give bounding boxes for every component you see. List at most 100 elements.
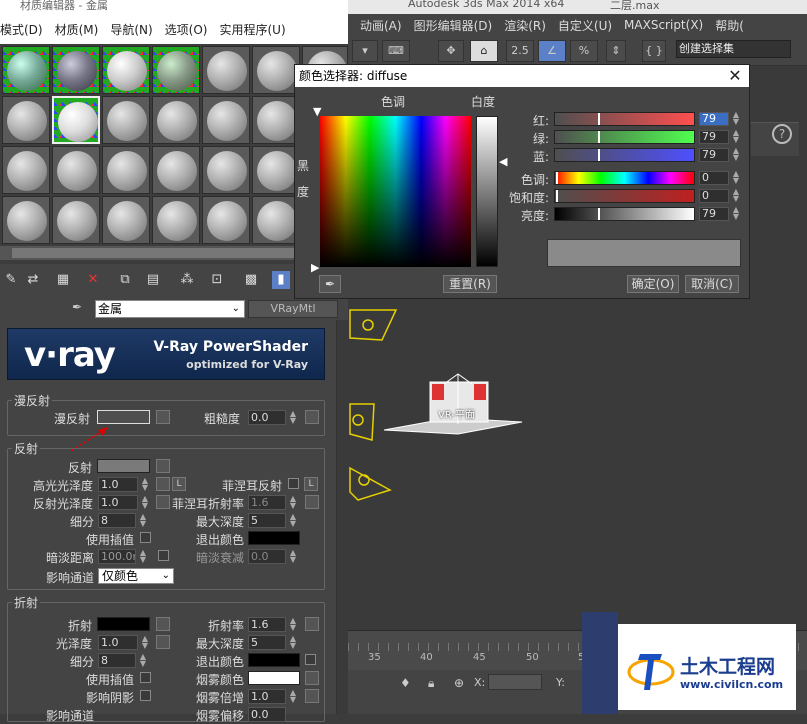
sample-slot[interactable]: [52, 196, 100, 244]
fresnel-lock-button[interactable]: L: [304, 477, 318, 491]
menu-help[interactable]: 帮助(: [715, 17, 744, 34]
saturation-slider[interactable]: [554, 189, 695, 203]
sample-slot[interactable]: [2, 46, 50, 94]
menu-modes[interactable]: 模式(D): [0, 21, 43, 38]
menu-rendering[interactable]: 渲染(R): [504, 17, 546, 34]
show-in-viewport-icon[interactable]: ⊡: [208, 271, 226, 289]
ior-field[interactable]: 1.6: [248, 617, 286, 632]
hue-slider[interactable]: [554, 171, 695, 185]
sample-slot[interactable]: [2, 196, 50, 244]
hue-value-field[interactable]: 0: [699, 171, 729, 185]
hue-blackness-gradient[interactable]: [320, 116, 471, 267]
use-interp-checkbox[interactable]: [140, 532, 151, 543]
sample-slot[interactable]: [202, 196, 250, 244]
refr-max-depth-spinner[interactable]: ▲ ▼: [288, 635, 298, 650]
sample-slot[interactable]: [102, 46, 150, 94]
snap-toggle-icon[interactable]: 2.5: [506, 40, 534, 62]
exit-color-swatch[interactable]: [248, 531, 300, 545]
fresnel-checkbox[interactable]: [288, 478, 299, 489]
hue-slider-thumb[interactable]: [556, 172, 558, 184]
reflect-color-swatch[interactable]: [97, 459, 150, 473]
subdivs-field[interactable]: 8: [98, 513, 136, 528]
sample-slot[interactable]: [202, 146, 250, 194]
refract-map-button[interactable]: [156, 617, 170, 631]
dim-dist-checkbox[interactable]: [158, 550, 169, 561]
make-unique-icon[interactable]: ⧉: [116, 271, 134, 289]
refr-use-interp-checkbox[interactable]: [140, 672, 151, 683]
cancel-button[interactable]: 取消(C): [685, 275, 739, 293]
ok-button[interactable]: 确定(O): [627, 275, 679, 293]
assign-material-icon[interactable]: ▦: [54, 271, 72, 289]
value-slider-thumb[interactable]: [598, 208, 600, 220]
menu-animation[interactable]: 动画(A): [360, 17, 402, 34]
refl-gloss-map-button[interactable]: [156, 495, 170, 509]
sample-slot[interactable]: [252, 146, 300, 194]
refract-color-swatch[interactable]: [97, 617, 150, 631]
roughness-map-button[interactable]: [305, 410, 319, 424]
material-name-field[interactable]: 金属 ⌄: [95, 300, 245, 318]
sample-slot[interactable]: [102, 196, 150, 244]
fog-mult-spinner[interactable]: ▲ ▼: [288, 689, 298, 704]
hilight-gloss-map-button[interactable]: [156, 477, 170, 491]
diffuse-color-swatch[interactable]: [97, 410, 150, 424]
dim-dist-spinner[interactable]: ▲ ▼: [138, 549, 148, 564]
material-type-button[interactable]: VRayMtl: [248, 300, 338, 318]
green-value-field[interactable]: 79: [699, 130, 729, 144]
green-slider-thumb[interactable]: [598, 131, 600, 143]
brightness-value-field[interactable]: 79: [699, 207, 729, 221]
blue-slider[interactable]: [554, 148, 695, 162]
eyedropper-icon[interactable]: ✒: [72, 300, 82, 314]
sample-slot[interactable]: [152, 196, 200, 244]
refr-exit-color-swatch[interactable]: [248, 653, 300, 667]
perspective-viewport[interactable]: VR-平面: [348, 300, 807, 630]
sample-slot[interactable]: [52, 46, 100, 94]
red-slider[interactable]: [554, 112, 695, 126]
max-depth-field[interactable]: 5: [248, 513, 286, 528]
dim-falloff-spinner[interactable]: ▲ ▼: [288, 549, 298, 564]
eyedropper-icon[interactable]: ✒: [319, 275, 341, 293]
refr-gloss-map-button[interactable]: [156, 635, 170, 649]
max-depth-spinner[interactable]: ▲ ▼: [288, 513, 298, 528]
menu-maxscript[interactable]: MAXScript(X): [624, 18, 703, 32]
reset-button[interactable]: 重置(R): [443, 275, 497, 293]
green-spinner[interactable]: ▲ ▼: [731, 129, 741, 144]
sample-slot[interactable]: [252, 96, 300, 144]
menu-options[interactable]: 选项(O): [165, 21, 208, 38]
sample-slot[interactable]: [152, 46, 200, 94]
sample-slot[interactable]: [252, 46, 300, 94]
fresnel-ior-field[interactable]: 1.6: [248, 495, 286, 510]
show-end-result-icon[interactable]: ▩: [242, 271, 260, 289]
ior-map-button[interactable]: [305, 617, 319, 631]
refr-subdivs-spinner[interactable]: ▲ ▼: [138, 653, 148, 668]
material-id-icon[interactable]: ⁂: [178, 271, 196, 289]
sample-slot[interactable]: [202, 46, 250, 94]
put-to-library-icon[interactable]: ▤: [144, 271, 162, 289]
hilight-gloss-field[interactable]: 1.0: [98, 477, 138, 492]
blue-value-field[interactable]: 79: [699, 148, 729, 162]
refr-exit-color-checkbox[interactable]: [305, 654, 316, 665]
whiteness-pointer-icon[interactable]: ◀: [499, 155, 507, 168]
move-icon[interactable]: ✥: [438, 40, 464, 62]
roughness-field[interactable]: 0.0: [248, 410, 286, 425]
ior-spinner[interactable]: ▲ ▼: [288, 617, 298, 632]
blue-slider-thumb[interactable]: [598, 149, 600, 161]
saturation-spinner[interactable]: ▲ ▼: [731, 188, 741, 203]
refr-subdivs-field[interactable]: 8: [98, 653, 136, 668]
fog-color-swatch[interactable]: [248, 671, 300, 685]
subdivs-spinner[interactable]: ▲ ▼: [138, 513, 148, 528]
absolute-mode-icon[interactable]: ⊕: [454, 676, 464, 690]
sample-slot[interactable]: [2, 146, 50, 194]
go-to-parent-icon[interactable]: ▮: [272, 271, 290, 289]
fog-mult-map-button[interactable]: [305, 689, 319, 703]
menu-navigation[interactable]: 导航(N): [110, 21, 152, 38]
sample-slot-active[interactable]: [52, 96, 100, 144]
dim-falloff-field[interactable]: 0.0: [248, 549, 286, 564]
sample-slot[interactable]: [102, 96, 150, 144]
refl-gloss-field[interactable]: 1.0: [98, 495, 138, 510]
keyboard-shortcut-icon[interactable]: ⌨: [382, 40, 410, 62]
sample-slot[interactable]: [202, 96, 250, 144]
angle-snap-icon[interactable]: ∠: [538, 40, 566, 62]
refr-max-depth-field[interactable]: 5: [248, 635, 286, 650]
reflect-map-button[interactable]: [156, 459, 170, 473]
dim-dist-field[interactable]: 100.0m: [98, 549, 136, 564]
